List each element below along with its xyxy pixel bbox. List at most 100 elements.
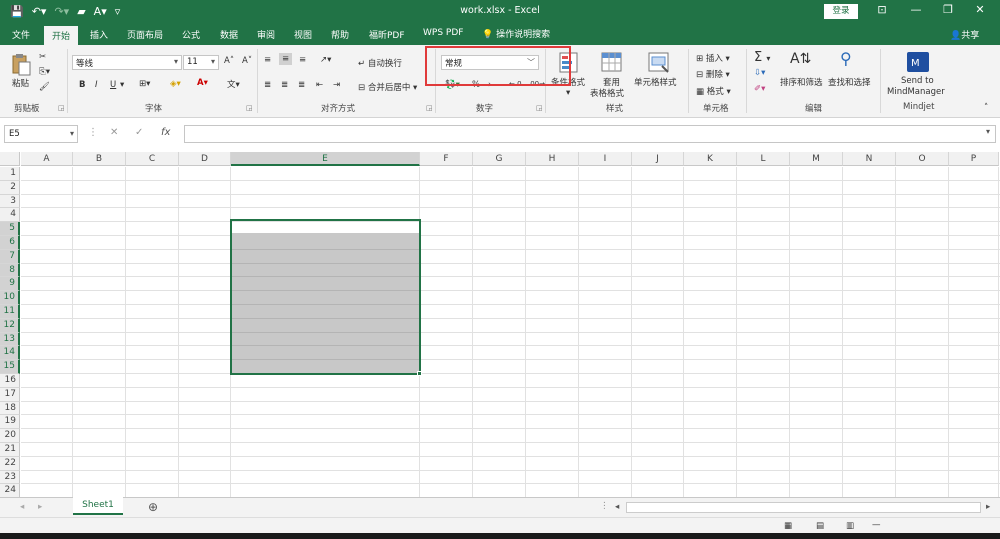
column-header-j[interactable]: J xyxy=(632,152,684,166)
decrease-indent-icon[interactable]: ⇤ xyxy=(316,80,323,90)
column-header-o[interactable]: O xyxy=(896,152,949,166)
column-header-m[interactable]: M xyxy=(790,152,843,166)
row-header-5[interactable]: 5 xyxy=(0,222,20,236)
row-header-10[interactable]: 10 xyxy=(0,291,20,305)
row-header-17[interactable]: 17 xyxy=(0,387,20,402)
align-top-icon[interactable]: ≡ xyxy=(264,55,271,65)
column-header-i[interactable]: I xyxy=(579,152,632,166)
tab-wps-pdf[interactable]: WPS PDF xyxy=(423,28,463,38)
worksheet-grid[interactable]: A B C D E F G H I J K L M N O P 1 2 3 4 5 6 7 8 9 10 11 12 13 14 15 16 1… xyxy=(0,150,1000,499)
horizontal-scrollbar[interactable] xyxy=(626,502,981,513)
row-header-16[interactable]: 16 xyxy=(0,374,20,388)
sort-filter-button[interactable]: 排序和筛选 xyxy=(780,76,823,88)
comma-style-icon[interactable]: › xyxy=(488,80,491,90)
currency-icon[interactable]: 💱▾ xyxy=(445,80,460,90)
tab-page-layout[interactable]: 页面布局 xyxy=(127,28,163,41)
delete-cells-button[interactable]: ⊟ 删除 ▾ xyxy=(696,68,730,80)
add-sheet-icon[interactable]: ⊕ xyxy=(148,500,158,514)
scroll-right-icon[interactable]: ▸ xyxy=(986,502,990,512)
italic-button[interactable]: I xyxy=(95,80,98,90)
column-header-a[interactable]: A xyxy=(21,152,73,166)
underline-button[interactable]: U xyxy=(110,80,116,90)
row-header-8[interactable]: 8 xyxy=(0,263,20,278)
tell-me-search[interactable]: 💡 操作说明搜索 xyxy=(482,27,550,40)
row-header-2[interactable]: 2 xyxy=(0,180,20,195)
font-color-icon[interactable]: A▾ xyxy=(197,78,208,88)
column-header-k[interactable]: K xyxy=(684,152,737,166)
decrease-decimal-icon[interactable]: .00→ xyxy=(528,80,545,88)
row-header-20[interactable]: 20 xyxy=(0,429,20,443)
column-header-g[interactable]: G xyxy=(473,152,526,166)
tab-file[interactable]: 文件 xyxy=(12,28,30,41)
number-format-combo[interactable]: 常规 ﹀ xyxy=(441,55,539,70)
normal-view-icon[interactable]: ▦ xyxy=(784,521,792,531)
prev-sheet-icon[interactable]: ◂ xyxy=(20,502,24,512)
column-header-n[interactable]: N xyxy=(843,152,896,166)
column-header-c[interactable]: C xyxy=(126,152,179,166)
align-left-icon[interactable]: ≣ xyxy=(264,80,271,90)
scroll-left-icon[interactable]: ◂ xyxy=(615,502,619,512)
conditional-format-button[interactable]: 条件格式 xyxy=(551,76,585,88)
border-icon[interactable]: ⊞▾ xyxy=(139,79,150,89)
row-header-18[interactable]: 18 xyxy=(0,401,20,416)
column-header-b[interactable]: B xyxy=(73,152,126,166)
tab-help[interactable]: 帮助 xyxy=(331,28,349,41)
tab-insert[interactable]: 插入 xyxy=(90,28,108,41)
column-header-e[interactable]: E xyxy=(231,152,420,166)
row-header-14[interactable]: 14 xyxy=(0,346,20,361)
row-header-6[interactable]: 6 xyxy=(0,236,20,250)
percent-button[interactable]: % xyxy=(472,80,480,90)
conditional-format-icon[interactable] xyxy=(559,52,581,73)
alignment-launcher-icon[interactable]: ◲ xyxy=(426,104,433,112)
table-format-label-2[interactable]: 表格格式 xyxy=(590,87,624,99)
align-bottom-icon[interactable]: ≡ xyxy=(299,55,306,65)
wrap-text-button[interactable]: ↵ 自动换行 xyxy=(358,57,402,69)
underline-dropdown-icon[interactable]: ▾ xyxy=(120,80,124,90)
phonetic-icon[interactable]: 文▾ xyxy=(227,78,240,90)
tab-home[interactable]: 开始 xyxy=(44,26,79,45)
mindmanager-label[interactable]: MindManager xyxy=(887,87,945,97)
row-header-12[interactable]: 12 xyxy=(0,318,20,333)
orientation-icon[interactable]: ↗▾ xyxy=(320,55,331,65)
fill-handle[interactable] xyxy=(417,371,422,376)
column-header-f[interactable]: F xyxy=(420,152,473,166)
merge-center-button[interactable]: ⊟ 合并后居中 ▾ xyxy=(358,81,417,93)
page-layout-view-icon[interactable]: ▤ xyxy=(816,521,824,531)
find-select-button[interactable]: 查找和选择 xyxy=(828,76,871,88)
column-header-l[interactable]: L xyxy=(737,152,790,166)
select-all-corner[interactable] xyxy=(0,152,20,166)
fill-color-icon[interactable]: ◈▾ xyxy=(170,79,181,89)
format-cells-button[interactable]: ▦ 格式 ▾ xyxy=(696,85,731,97)
find-icon[interactable]: ⚲ xyxy=(840,49,852,68)
column-header-d[interactable]: D xyxy=(179,152,231,166)
align-center-icon[interactable]: ≣ xyxy=(281,80,288,90)
row-header-23[interactable]: 23 xyxy=(0,470,20,485)
name-box[interactable]: E5 ▾ xyxy=(4,125,78,143)
login-button[interactable]: 登录 xyxy=(824,4,858,19)
clear-icon[interactable]: ✐▾ xyxy=(754,84,765,94)
paste-icon[interactable] xyxy=(10,53,32,76)
ribbon-display-icon[interactable]: ⊡ xyxy=(872,3,892,16)
font-name-combo[interactable]: 等线 ▾ xyxy=(72,55,182,70)
row-header-22[interactable]: 22 xyxy=(0,456,20,471)
insert-function-button[interactable]: fx xyxy=(161,127,170,138)
share-button[interactable]: 👤共享 xyxy=(950,28,979,41)
insert-cells-button[interactable]: ⊞ 插入 ▾ xyxy=(696,52,730,64)
row-header-1[interactable]: 1 xyxy=(0,167,20,181)
collapse-ribbon-icon[interactable]: ˄ xyxy=(984,103,988,113)
fill-icon[interactable]: ⇩▾ xyxy=(754,68,765,78)
cut-icon[interactable]: ✂ xyxy=(39,52,46,62)
next-sheet-icon[interactable]: ▸ xyxy=(38,502,42,512)
sort-filter-icon[interactable]: A⇅ xyxy=(790,51,811,67)
table-format-icon[interactable] xyxy=(601,52,623,72)
font-size-combo[interactable]: 11 ▾ xyxy=(183,55,219,70)
formula-input[interactable] xyxy=(184,125,996,143)
font-launcher-icon[interactable]: ◲ xyxy=(246,104,253,112)
cell-styles-icon[interactable] xyxy=(648,52,670,73)
row-header-19[interactable]: 19 xyxy=(0,415,20,430)
increase-indent-icon[interactable]: ⇥ xyxy=(333,80,340,90)
tab-foxit-pdf[interactable]: 福昕PDF xyxy=(369,28,405,41)
row-header-11[interactable]: 11 xyxy=(0,305,20,319)
align-middle-icon[interactable]: ≡ xyxy=(279,53,293,65)
selected-range[interactable] xyxy=(230,219,421,375)
